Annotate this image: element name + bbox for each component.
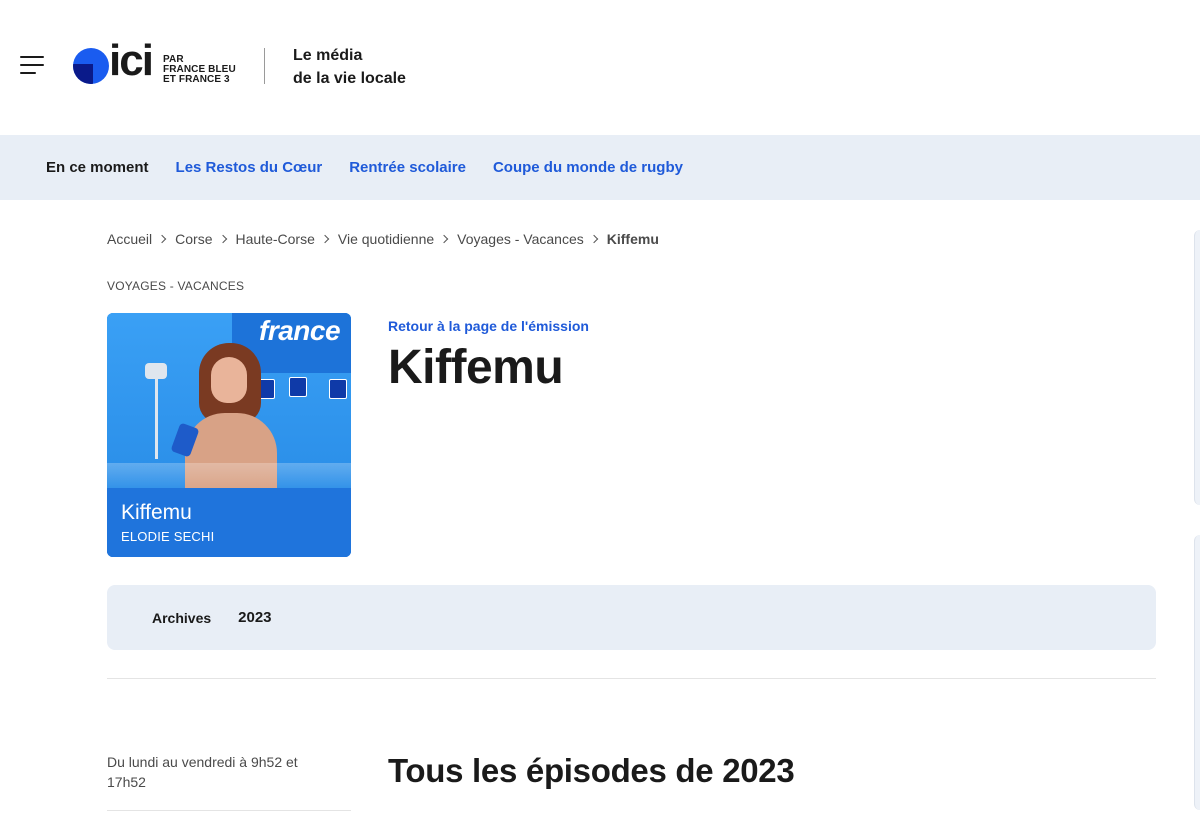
broadcast-schedule: Du lundi au vendredi à 9h52 et 17h52 bbox=[107, 754, 298, 790]
breadcrumb-current: Kiffemu bbox=[606, 231, 659, 247]
chevron-right-icon bbox=[218, 234, 227, 244]
trending-link-rentree-scolaire[interactable]: Rentrée scolaire bbox=[349, 159, 466, 176]
breadcrumb-vie-quotidienne[interactable]: Vie quotidienne bbox=[338, 231, 434, 247]
cover-author: ELODIE SECHI bbox=[121, 529, 215, 544]
breadcrumb-haute-corse[interactable]: Haute-Corse bbox=[236, 231, 315, 247]
logo-word: ici bbox=[109, 36, 154, 85]
breadcrumb-voyages-vacances[interactable]: Voyages - Vacances bbox=[457, 231, 584, 247]
trending-link-restos-du-coeur[interactable]: Les Restos du Cœur bbox=[176, 159, 323, 176]
cover-brand-text: france bbox=[259, 315, 341, 346]
logo-subtitle: PAR FRANCE BLEU ET FRANCE 3 bbox=[163, 54, 236, 85]
schedule-divider bbox=[107, 810, 351, 811]
breadcrumb-corse[interactable]: Corse bbox=[175, 231, 212, 247]
chevron-right-icon bbox=[589, 234, 599, 244]
category-kicker: VOYAGES - VACANCES bbox=[107, 279, 245, 293]
breadcrumb: Accueil Corse Haute-Corse Vie quotidienn… bbox=[107, 231, 659, 247]
page-title: Kiffemu bbox=[388, 341, 564, 394]
back-to-show-link[interactable]: Retour à la page de l'émission bbox=[388, 318, 589, 334]
side-card-edge[interactable] bbox=[1194, 535, 1200, 810]
header-divider bbox=[264, 48, 265, 84]
chevron-right-icon bbox=[157, 234, 167, 244]
cover-title: Kiffemu bbox=[121, 501, 192, 524]
show-cover-image: france Kiffemu ELODIE SECHI bbox=[107, 313, 351, 557]
site-header: ici PAR FRANCE BLEU ET FRANCE 3 Le média… bbox=[0, 0, 1200, 135]
episodes-heading: Tous les épisodes de 2023 bbox=[388, 752, 795, 789]
site-tagline: Le média de la vie locale bbox=[293, 47, 406, 87]
section-divider bbox=[107, 678, 1156, 679]
trending-label: En ce moment bbox=[46, 159, 149, 176]
trending-nav: En ce moment Les Restos du Cœur Rentrée … bbox=[0, 135, 1200, 200]
trending-link-coupe-du-monde-rugby[interactable]: Coupe du monde de rugby bbox=[493, 159, 683, 176]
archives-label: Archives bbox=[152, 609, 212, 626]
site-logo[interactable]: ici PAR FRANCE BLEU ET FRANCE 3 bbox=[73, 39, 243, 88]
side-card-edge[interactable] bbox=[1194, 230, 1200, 505]
chevron-right-icon bbox=[439, 234, 449, 244]
ici-logo-icon bbox=[73, 48, 109, 84]
hamburger-menu-icon[interactable] bbox=[20, 56, 44, 76]
chevron-right-icon bbox=[320, 234, 330, 244]
breadcrumb-accueil[interactable]: Accueil bbox=[107, 231, 152, 247]
archives-bar: Archives 2023 bbox=[107, 585, 1156, 650]
archive-year-2023[interactable]: 2023 bbox=[238, 609, 271, 626]
